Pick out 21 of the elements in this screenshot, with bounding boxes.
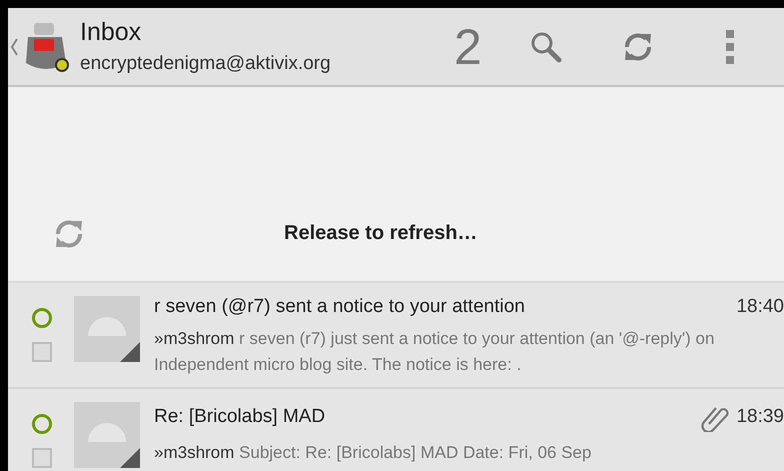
select-checkbox[interactable] bbox=[32, 342, 52, 362]
unread-count: 2 bbox=[454, 18, 483, 76]
account-email: encryptedenigma@aktivix.org bbox=[80, 53, 332, 75]
avatar-placeholder bbox=[74, 402, 140, 468]
message-time: 18:40 bbox=[736, 296, 784, 318]
back-chevron-icon bbox=[10, 36, 18, 56]
message-row[interactable]: r seven (@r7) sent a notice to your attention 18:40 »m3shrom r seven (r7) just sent a notice to your attention (an '@-reply') on Independent micro blog site. The notice is here: . bbox=[8, 283, 784, 389]
message-preview: »m3shrom Subject: Re: [Bricolabs] MAD Date: Fri, 06 Sep bbox=[154, 442, 592, 464]
message-row[interactable]: Re: [Bricolabs] MAD 18:39 »m3shrom Subject: Re: [Bricolabs] MAD Date: Fri, 06 Sep bbox=[8, 389, 784, 471]
avatar-placeholder bbox=[74, 296, 140, 362]
unread-indicator[interactable] bbox=[32, 308, 52, 328]
select-checkbox[interactable] bbox=[32, 448, 52, 468]
unread-indicator[interactable] bbox=[32, 414, 52, 434]
message-subject: Re: [Bricolabs] MAD bbox=[154, 406, 326, 428]
message-time: 18:39 bbox=[736, 406, 784, 428]
message-subject: r seven (@r7) sent a notice to your attention bbox=[154, 296, 526, 318]
search-icon bbox=[529, 30, 563, 64]
folder-title: Inbox bbox=[80, 18, 142, 47]
pull-refresh-label: Release to refresh… bbox=[284, 222, 478, 246]
message-preview: »m3shrom r seven (r7) just sent a notice to your attention (an '@-reply') on Independent micro blog site. The notice is here: . bbox=[154, 328, 716, 376]
overflow-menu-icon bbox=[725, 28, 735, 64]
